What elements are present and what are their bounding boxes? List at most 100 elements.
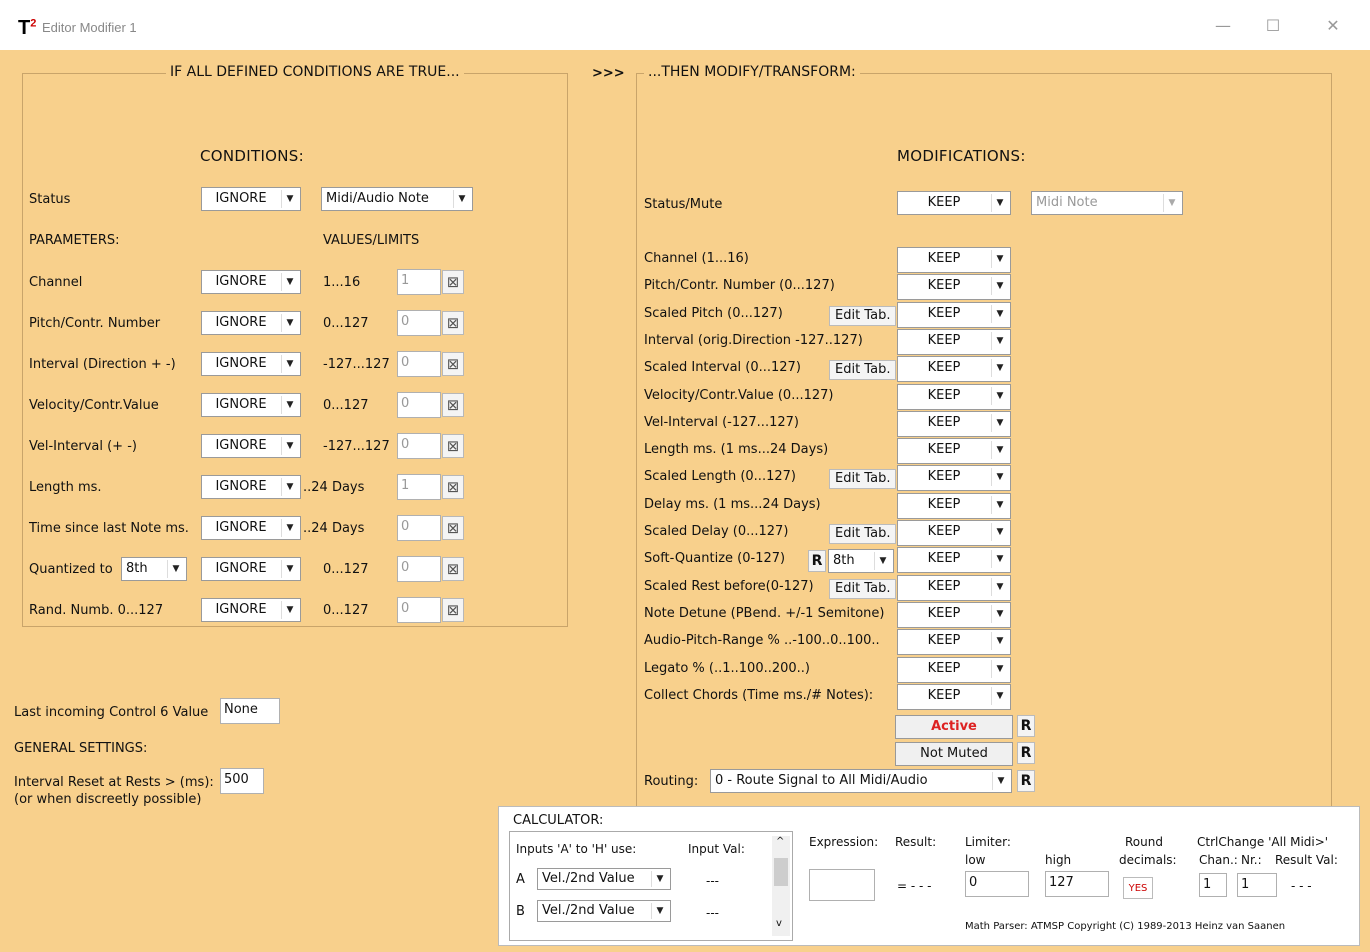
edit-tab-button[interactable]: Edit Tab. (829, 306, 897, 326)
input-source-select[interactable]: Vel./2nd Value ▼ (537, 868, 671, 890)
input-val-label: Input Val: (688, 842, 745, 856)
modification-select[interactable]: KEEP ▼ (897, 629, 1011, 655)
inputs-label: Inputs 'A' to 'H' use: (516, 842, 637, 856)
general-settings-label: GENERAL SETTINGS: (14, 741, 148, 756)
inputs-scrollbar[interactable]: ^ v (772, 836, 790, 936)
modification-select[interactable]: KEEP ▼ (897, 302, 1011, 328)
quantize-r-button[interactable]: R (808, 550, 826, 572)
condition-select[interactable]: IGNORE ▼ (201, 516, 301, 540)
interval-reset-input[interactable]: 500 (220, 768, 264, 794)
limit-input[interactable]: 0 (397, 392, 441, 418)
expression-input[interactable] (809, 869, 875, 901)
modifications-header: MODIFICATIONS: (897, 147, 1026, 165)
chevron-down-icon: ▼ (991, 277, 1008, 295)
active-r-button[interactable]: R (1017, 715, 1035, 737)
round-decimals-toggle[interactable]: YES (1123, 877, 1153, 899)
modification-select[interactable]: KEEP ▼ (897, 274, 1011, 300)
chevron-down-icon: ▼ (281, 273, 298, 291)
ctrl-chan-input[interactable]: 1 (1199, 873, 1227, 897)
modification-label: Velocity/Contr.Value (0...127) (644, 388, 834, 403)
condition-select[interactable]: IGNORE ▼ (201, 352, 301, 376)
condition-select[interactable]: IGNORE ▼ (201, 598, 301, 622)
lock-icon[interactable]: ⊠ (442, 352, 464, 376)
edit-tab-button[interactable]: Edit Tab. (829, 360, 897, 380)
chevron-down-icon: ▼ (991, 660, 1008, 678)
status-condition-select[interactable]: IGNORE ▼ (201, 187, 301, 211)
scroll-up-icon[interactable]: ^ (776, 836, 784, 847)
modification-select[interactable]: KEEP ▼ (897, 575, 1011, 601)
modification-select[interactable]: KEEP ▼ (897, 684, 1011, 710)
modification-select[interactable]: KEEP ▼ (897, 493, 1011, 519)
ctrl-nr-input[interactable]: 1 (1237, 873, 1277, 897)
scroll-down-icon[interactable]: v (776, 918, 782, 929)
modification-select[interactable]: KEEP ▼ (897, 438, 1011, 464)
condition-label: Time since last Note ms. (29, 521, 189, 536)
maximize-button[interactable]: ☐ (1258, 14, 1288, 38)
limit-input[interactable]: 1 (397, 269, 441, 295)
modification-label: Soft-Quantize (0-127) (644, 551, 786, 566)
modification-select[interactable]: KEEP ▼ (897, 384, 1011, 410)
routing-select[interactable]: 0 - Route Signal to All Midi/Audio ▼ (710, 769, 1012, 793)
status-type-select[interactable]: Midi/Audio Note ▼ (321, 187, 473, 211)
conditions-header: CONDITIONS: (200, 147, 304, 165)
condition-select[interactable]: IGNORE ▼ (201, 557, 301, 581)
limit-input[interactable]: 1 (397, 474, 441, 500)
lock-icon[interactable]: ⊠ (442, 270, 464, 294)
modification-select[interactable]: KEEP ▼ (897, 465, 1011, 491)
modification-select[interactable]: KEEP ▼ (897, 329, 1011, 355)
values-limits-label: VALUES/LIMITS (323, 233, 420, 248)
condition-select[interactable]: IGNORE ▼ (201, 270, 301, 294)
limit-input[interactable]: 0 (397, 351, 441, 377)
quantize-select[interactable]: 8th ▼ (121, 557, 187, 581)
lock-icon[interactable]: ⊠ (442, 516, 464, 540)
condition-label: Length ms. (29, 480, 102, 495)
soft-quantize-select[interactable]: 8th ▼ (828, 549, 894, 573)
edit-tab-button[interactable]: Edit Tab. (829, 469, 897, 489)
limit-input[interactable]: 0 (397, 310, 441, 336)
lock-icon[interactable]: ⊠ (442, 475, 464, 499)
edit-tab-button[interactable]: Edit Tab. (829, 524, 897, 544)
modification-select[interactable]: KEEP ▼ (897, 247, 1011, 273)
minimize-button[interactable]: — (1208, 14, 1238, 38)
modification-select[interactable]: KEEP ▼ (897, 520, 1011, 546)
close-button[interactable]: ✕ (1318, 14, 1348, 38)
modification-select[interactable]: KEEP ▼ (897, 411, 1011, 437)
lock-icon[interactable]: ⊠ (442, 557, 464, 581)
not-muted-button[interactable]: Not Muted (895, 742, 1013, 766)
limit-input[interactable]: 0 (397, 515, 441, 541)
modification-select[interactable]: KEEP ▼ (897, 657, 1011, 683)
modification-label: Scaled Pitch (0...127) (644, 306, 783, 321)
edit-tab-button[interactable]: Edit Tab. (829, 579, 897, 599)
limit-input[interactable]: 0 (397, 556, 441, 582)
condition-select[interactable]: IGNORE ▼ (201, 434, 301, 458)
routing-r-button[interactable]: R (1017, 770, 1035, 792)
chevron-down-icon: ▼ (991, 250, 1008, 268)
input-source-select[interactable]: Vel./2nd Value ▼ (537, 900, 671, 922)
range-label: -127...127 (323, 439, 390, 454)
lock-icon[interactable]: ⊠ (442, 393, 464, 417)
scroll-thumb[interactable] (774, 858, 788, 886)
limiter-low-input[interactable]: 0 (965, 871, 1029, 897)
status-type-select-disabled[interactable]: Midi Note ▼ (1031, 191, 1183, 215)
lock-icon[interactable]: ⊠ (442, 434, 464, 458)
condition-select[interactable]: IGNORE ▼ (201, 393, 301, 417)
parameters-label: PARAMETERS: (29, 233, 120, 248)
chevron-down-icon: ▼ (991, 605, 1008, 623)
expression-label: Expression: (809, 835, 879, 849)
status-mute-select[interactable]: KEEP ▼ (897, 191, 1011, 215)
modification-select[interactable]: KEEP ▼ (897, 356, 1011, 382)
active-button[interactable]: Active (895, 715, 1013, 739)
condition-select[interactable]: IGNORE ▼ (201, 475, 301, 499)
limit-input[interactable]: 0 (397, 597, 441, 623)
range-label: 0...127 (323, 316, 369, 331)
modification-select[interactable]: KEEP ▼ (897, 547, 1011, 573)
condition-label: Channel (29, 275, 83, 290)
limit-input[interactable]: 0 (397, 433, 441, 459)
lock-icon[interactable]: ⊠ (442, 598, 464, 622)
result-value: = - - - (897, 879, 932, 893)
modification-select[interactable]: KEEP ▼ (897, 602, 1011, 628)
muted-r-button[interactable]: R (1017, 742, 1035, 764)
condition-select[interactable]: IGNORE ▼ (201, 311, 301, 335)
lock-icon[interactable]: ⊠ (442, 311, 464, 335)
limiter-high-input[interactable]: 127 (1045, 871, 1109, 897)
